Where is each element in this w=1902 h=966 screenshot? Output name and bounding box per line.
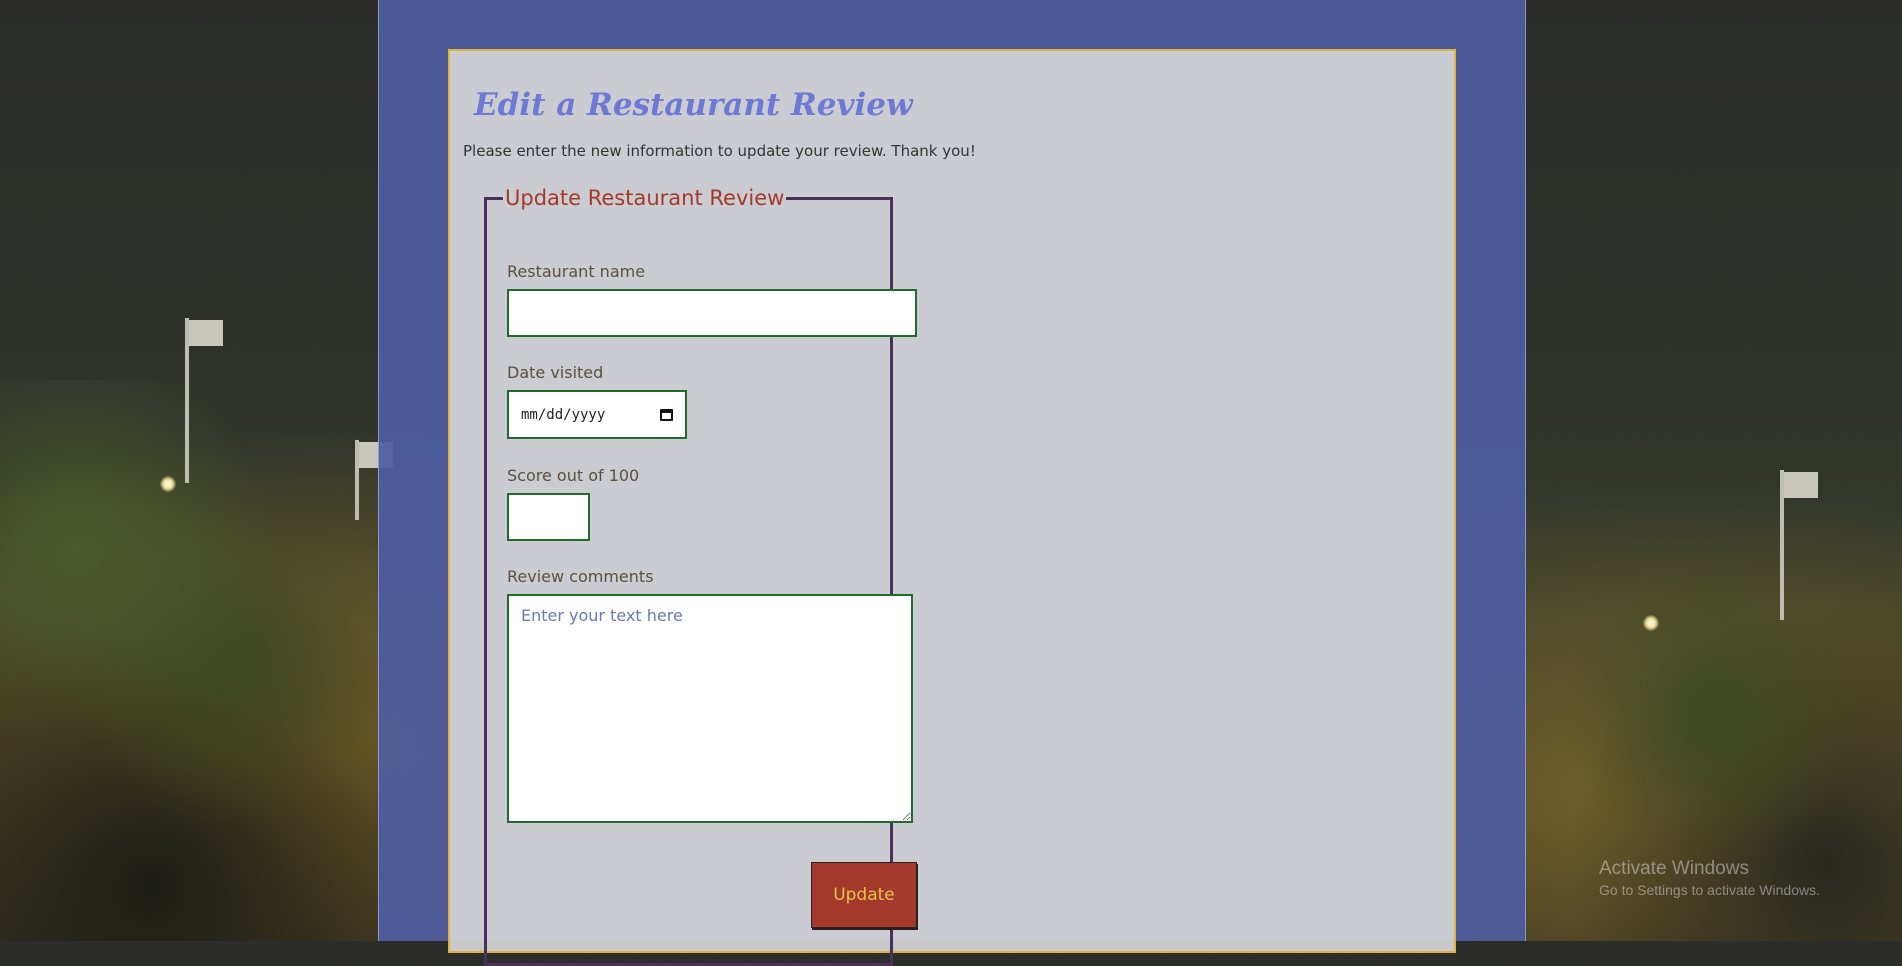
calendar-icon[interactable] (660, 408, 673, 421)
date-visited-label: Date visited (507, 363, 604, 382)
watermark-subtitle: Go to Settings to activate Windows. (1599, 882, 1820, 898)
restaurant-name-input[interactable] (507, 289, 917, 337)
update-review-fieldset: Update Restaurant Review Restaurant name… (484, 186, 917, 966)
page-intro: Please enter the new information to upda… (463, 142, 976, 160)
content-card: Edit a Restaurant Review Please enter th… (448, 49, 1456, 966)
activate-windows-watermark: Activate Windows Go to Settings to activ… (1599, 858, 1820, 898)
watermark-title: Activate Windows (1599, 858, 1749, 879)
background-flag (1780, 470, 1818, 620)
background-flag (185, 318, 223, 483)
update-button[interactable]: Update (811, 862, 917, 928)
background-flag (355, 440, 393, 520)
score-input[interactable] (507, 493, 590, 541)
background-lamp (1643, 615, 1659, 631)
review-comments-textarea[interactable] (507, 594, 913, 823)
form-legend: Update Restaurant Review (505, 186, 785, 210)
score-label: Score out of 100 (507, 466, 640, 485)
date-placeholder: mm/dd/yyyy (521, 406, 606, 423)
background-lamp (160, 476, 176, 492)
review-comments-label: Review comments (507, 567, 654, 586)
restaurant-name-label: Restaurant name (507, 262, 646, 281)
date-visited-input[interactable]: mm/dd/yyyy (507, 390, 687, 439)
page-title: Edit a Restaurant Review (474, 87, 913, 123)
background-trees-left (0, 380, 380, 941)
